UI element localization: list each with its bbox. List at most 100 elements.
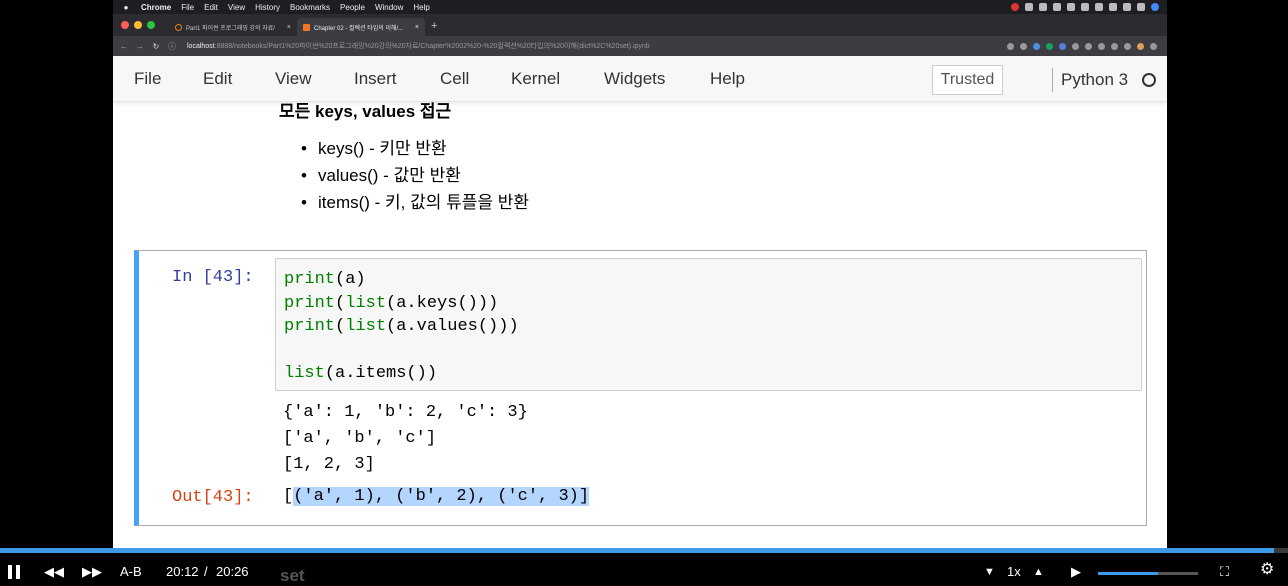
browser-address-bar: ← → ↻ ⓘ localhost:8888/notebooks/Part1%2… bbox=[113, 36, 1167, 56]
fast-forward-button[interactable]: ▶▶ bbox=[82, 565, 102, 579]
menu-edit[interactable]: Edit bbox=[203, 69, 232, 89]
code-editor[interactable]: print(a) print(list(a.keys())) print(list(… bbox=[284, 268, 519, 386]
volume-icon[interactable]: ▶ bbox=[1071, 565, 1081, 579]
extension-icon bbox=[1111, 42, 1118, 50]
jupyter-icon bbox=[303, 23, 310, 31]
url-path: :8888/notebooks/Part1%20파이썬%20프로그래밍%20강의… bbox=[214, 43, 650, 50]
kernel-idle-icon bbox=[1142, 73, 1156, 87]
extension-icon bbox=[1124, 42, 1131, 50]
extension-icon bbox=[1046, 42, 1053, 50]
output-prefix: [ bbox=[283, 487, 294, 506]
browser-tab-active: Chapter 02 - 컬렉션 타입의 이해/... × bbox=[297, 18, 425, 36]
input-prompt: In [43]: bbox=[172, 268, 254, 287]
menu-file[interactable]: File bbox=[134, 69, 161, 89]
output-prompt: Out[43]: bbox=[172, 488, 254, 507]
back-icon: ← bbox=[120, 41, 128, 51]
menu-history: History bbox=[255, 2, 281, 12]
code-text: ( bbox=[335, 293, 346, 313]
code-line: list(a.items()) bbox=[284, 362, 519, 386]
speed-down-icon[interactable]: ▼ bbox=[984, 565, 995, 579]
zoom-window-icon bbox=[147, 21, 155, 29]
mac-menu-bar: ● Chrome File Edit View History Bookmark… bbox=[113, 0, 1167, 14]
apple-icon: ● bbox=[123, 2, 129, 12]
code-builtin: list bbox=[345, 293, 387, 313]
time-separator: / bbox=[204, 564, 208, 579]
close-window-icon bbox=[121, 21, 129, 29]
extension-icon bbox=[1085, 42, 1092, 50]
close-tab-icon: × bbox=[286, 23, 291, 31]
code-cell-selected[interactable]: In [43]: print(a) print(list(a.keys())) pr… bbox=[134, 250, 1147, 526]
code-builtin: list bbox=[345, 317, 387, 336]
menu-app-name: Chrome bbox=[141, 2, 172, 12]
forward-icon: → bbox=[136, 41, 144, 51]
pause-icon bbox=[8, 565, 12, 579]
selected-text: ('a', 1), ('b', 2), ('c', 3)] bbox=[293, 487, 590, 506]
speed-up-icon[interactable]: ▲ bbox=[1033, 565, 1044, 579]
rewind-button[interactable]: ◀◀ bbox=[44, 565, 64, 579]
volume-slider-fill bbox=[1098, 572, 1158, 575]
reload-icon: ↻ bbox=[152, 41, 160, 51]
window-controls bbox=[121, 21, 155, 29]
browser-tab-strip: Part1 파이썬 프로그래밍 강의 자료/ × Chapter 02 - 컬렉… bbox=[113, 14, 1167, 36]
code-text: ( bbox=[335, 317, 346, 336]
code-text: (a.keys())) bbox=[386, 293, 499, 313]
siri-icon bbox=[1151, 3, 1159, 11]
code-builtin: print bbox=[284, 270, 336, 289]
menu-insert[interactable]: Insert bbox=[354, 69, 397, 89]
new-tab-icon: + bbox=[431, 20, 438, 32]
wifi-icon bbox=[1095, 3, 1103, 11]
extension-icon bbox=[1098, 42, 1105, 50]
code-line: print(a) bbox=[284, 268, 519, 292]
status-icon bbox=[1025, 3, 1033, 11]
ab-repeat-button[interactable]: A-B bbox=[120, 565, 142, 579]
stdout-line: {'a': 1, 'b': 2, 'c': 3} bbox=[283, 403, 528, 422]
pause-button[interactable] bbox=[8, 565, 22, 579]
extension-icon bbox=[1072, 42, 1079, 50]
record-icon bbox=[1011, 3, 1019, 11]
menu-kernel[interactable]: Kernel bbox=[511, 69, 560, 89]
volume-slider[interactable] bbox=[1098, 572, 1198, 575]
next-heading-peek: set bbox=[280, 566, 305, 585]
menu-bookmarks: Bookmarks bbox=[290, 2, 331, 12]
fullscreen-icon[interactable]: ⛶ bbox=[1220, 565, 1229, 579]
menu-widgets[interactable]: Widgets bbox=[604, 69, 665, 89]
minimize-window-icon bbox=[134, 21, 142, 29]
search-icon bbox=[1137, 3, 1145, 11]
screen-recording: ● Chrome File Edit View History Bookmark… bbox=[113, 0, 1167, 548]
url-host: localhost bbox=[187, 43, 215, 50]
jupyter-menubar: File Edit View Insert Cell Kernel Widget… bbox=[113, 56, 1167, 102]
status-icon bbox=[1081, 3, 1089, 11]
stdout-output: {'a': 1, 'b': 2, 'c': 3} ['a', 'b', 'c'] [… bbox=[283, 400, 528, 478]
pause-icon bbox=[16, 565, 20, 579]
kernel-name: Python 3 bbox=[1052, 68, 1128, 92]
total-time: 20:26 bbox=[216, 564, 249, 579]
code-text: (a) bbox=[335, 270, 366, 289]
menu-help[interactable]: Help bbox=[710, 69, 745, 89]
menu-view: View bbox=[227, 2, 246, 12]
status-icon bbox=[1039, 3, 1047, 11]
extension-icon bbox=[1059, 42, 1066, 50]
url-text: localhost:8888/notebooks/Part1%20파이썬%20프… bbox=[187, 41, 1007, 51]
info-icon: ⓘ bbox=[168, 41, 176, 51]
code-text: (a.items()) bbox=[324, 364, 438, 383]
extension-icon bbox=[1033, 42, 1040, 50]
menu-people: People bbox=[340, 2, 365, 12]
code-input-area[interactable]: print(a) print(list(a.keys())) print(list(… bbox=[275, 258, 1142, 391]
list-item: items() - 키, 값의 튜플을 반환 bbox=[301, 193, 529, 220]
code-text: (a.values())) bbox=[386, 317, 519, 336]
notebook-area: 모든 keys, values 접근 keys() - 키만 반환 values… bbox=[113, 102, 1167, 548]
output-result: [('a', 1), ('b', 2), ('c', 3)] bbox=[283, 487, 590, 506]
stdout-line: ['a', 'b', 'c'] bbox=[283, 429, 437, 448]
playback-speed: 1x bbox=[1007, 564, 1021, 579]
clock-icon bbox=[1123, 3, 1131, 11]
menu-edit: Edit bbox=[204, 2, 218, 12]
menu-view[interactable]: View bbox=[275, 69, 312, 89]
more-icon bbox=[1150, 42, 1157, 50]
star-icon bbox=[1020, 42, 1027, 50]
settings-gear-icon[interactable]: ⚙ bbox=[1260, 562, 1274, 578]
code-builtin: print bbox=[284, 317, 336, 336]
trusted-badge[interactable]: Trusted bbox=[932, 65, 1003, 95]
menu-cell[interactable]: Cell bbox=[440, 69, 469, 89]
tab-title: Part1 파이썬 프로그래밍 강의 자료/ bbox=[186, 25, 275, 32]
extension-icons bbox=[1007, 42, 1157, 50]
